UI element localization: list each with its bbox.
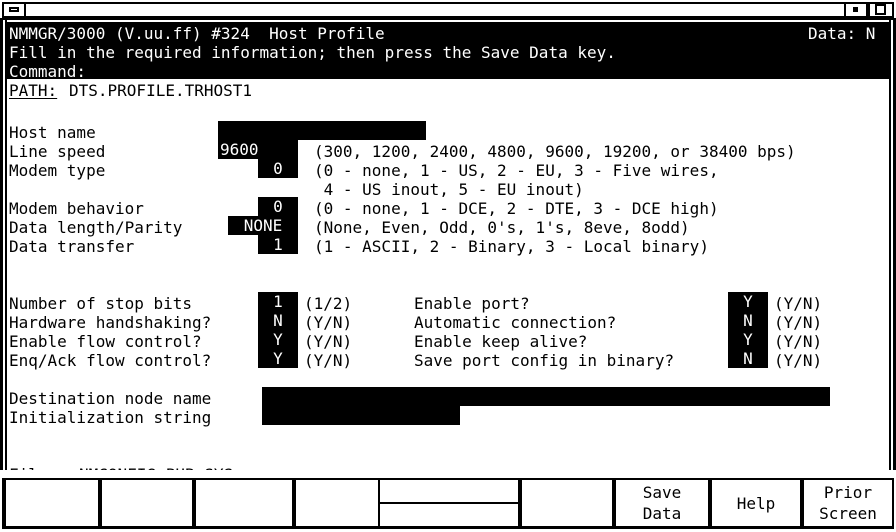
terminal-inner-border-right bbox=[889, 20, 891, 470]
titlebar-frame bbox=[2, 2, 894, 18]
window-menu-button[interactable] bbox=[2, 2, 26, 18]
function-key-prior-screen-line1: Prior bbox=[823, 483, 873, 502]
function-key-f1[interactable] bbox=[4, 480, 100, 526]
input-save-port-config-in-binary[interactable]: N bbox=[728, 349, 768, 368]
terminal-emulator-window: NMMGR/3000 (V.uu.ff) #324 Host Profile D… bbox=[0, 0, 896, 532]
data-status-badge: Data: N bbox=[808, 24, 876, 43]
function-key-f3[interactable] bbox=[194, 480, 294, 526]
hint-hardware-handshaking: (Y/N) bbox=[304, 313, 353, 332]
hint-enable-flow-control: (Y/N) bbox=[304, 332, 353, 351]
function-key-save-data-line2: Data bbox=[642, 504, 682, 523]
window-minimize-button[interactable] bbox=[844, 2, 868, 18]
label-destination-node-name: Destination node name bbox=[9, 389, 212, 408]
label-save-port-config-in-binary: Save port config in binary? bbox=[414, 351, 675, 370]
hint-enable-keep-alive: (Y/N) bbox=[774, 332, 823, 351]
label-data-transfer: Data transfer bbox=[9, 237, 135, 256]
input-modem-type[interactable]: 0 bbox=[258, 159, 298, 178]
hint-enq-ack-flow-control: (Y/N) bbox=[304, 351, 353, 370]
instruction-text: Fill in the required information; then p… bbox=[9, 43, 616, 62]
label-enable-flow-control: Enable flow control? bbox=[9, 332, 202, 351]
input-enable-flow-control[interactable]: Y bbox=[258, 330, 298, 349]
path-label: PATH: bbox=[9, 81, 58, 100]
help-data-transfer: (1 - ASCII, 2 - Binary, 3 - Local binary… bbox=[314, 237, 709, 256]
hint-automatic-connection: (Y/N) bbox=[774, 313, 823, 332]
input-data-transfer[interactable]: 1 bbox=[258, 235, 298, 254]
function-key-save-data[interactable]: Save Data bbox=[614, 480, 710, 526]
function-key-f4[interactable] bbox=[294, 480, 386, 526]
function-key-bar-bottom-rule bbox=[4, 526, 892, 529]
help-modem-type: (0 - none, 1 - US, 2 - EU, 3 - Five wire… bbox=[314, 161, 719, 180]
help-modem-behavior: (0 - none, 1 - DCE, 2 - DTE, 3 - DCE hig… bbox=[314, 199, 719, 218]
help-data-length-parity: (None, Even, Odd, 0's, 1's, 8eve, 8odd) bbox=[314, 218, 690, 237]
function-key-bar: Save Data Help Prior Screen bbox=[0, 470, 896, 532]
label-modem-type: Modem type bbox=[9, 161, 106, 180]
restore-icon bbox=[853, 7, 858, 12]
window-titlebar bbox=[0, 0, 896, 20]
hint-save-port-config-in-binary: (Y/N) bbox=[774, 351, 823, 370]
label-line-speed: Line speed bbox=[9, 142, 106, 161]
input-enq-ack-flow-control[interactable]: Y bbox=[258, 349, 298, 368]
input-data-length-parity[interactable]: NONE bbox=[228, 216, 298, 235]
function-key-f5-divider bbox=[380, 502, 518, 504]
input-enable-keep-alive[interactable]: Y bbox=[728, 330, 768, 349]
window-maximize-button[interactable] bbox=[868, 2, 894, 18]
function-key-f2[interactable] bbox=[100, 480, 194, 526]
minimize-icon bbox=[9, 7, 19, 12]
input-automatic-connection[interactable]: N bbox=[728, 311, 768, 330]
input-line-speed[interactable]: 9600 bbox=[218, 140, 298, 159]
terminal-inner-border-left bbox=[5, 20, 7, 470]
label-modem-behavior: Modem behavior bbox=[9, 199, 144, 218]
terminal-screen: NMMGR/3000 (V.uu.ff) #324 Host Profile D… bbox=[0, 20, 896, 484]
path-value: DTS.PROFILE.TRHOST1 bbox=[69, 81, 253, 100]
label-data-length-parity: Data length/Parity bbox=[9, 218, 183, 237]
label-hardware-handshaking: Hardware handshaking? bbox=[9, 313, 212, 332]
input-modem-behavior[interactable]: 0 bbox=[258, 197, 298, 216]
input-number-of-stop-bits[interactable]: 1 bbox=[258, 292, 298, 311]
function-key-save-data-line1: Save bbox=[642, 483, 682, 502]
input-enable-port[interactable]: Y bbox=[728, 292, 768, 311]
function-key-help[interactable]: Help bbox=[710, 480, 802, 526]
maximize-icon bbox=[875, 4, 886, 15]
app-title: NMMGR/3000 (V.uu.ff) #324 Host Profile bbox=[9, 24, 385, 43]
function-key-help-line1: Help bbox=[736, 493, 776, 513]
hint-number-of-stop-bits: (1/2) bbox=[304, 294, 353, 313]
hint-enable-port: (Y/N) bbox=[774, 294, 823, 313]
command-label: Command: bbox=[9, 62, 87, 81]
input-hardware-handshaking[interactable]: N bbox=[258, 311, 298, 330]
label-initialization-string: Initialization string bbox=[9, 408, 212, 427]
input-destination-node-name[interactable] bbox=[262, 387, 830, 406]
label-host-name: Host name bbox=[9, 123, 96, 142]
help-line-speed: (300, 1200, 2400, 4800, 9600, 19200, or … bbox=[314, 142, 796, 161]
function-key-prior-screen-line2: Screen bbox=[819, 504, 877, 523]
help-modem-type-continued: 4 - US inout, 5 - EU inout) bbox=[314, 180, 584, 199]
label-automatic-connection: Automatic connection? bbox=[414, 313, 617, 332]
label-enable-keep-alive: Enable keep alive? bbox=[414, 332, 588, 351]
input-host-name[interactable] bbox=[218, 121, 426, 140]
label-enq-ack-flow-control: Enq/Ack flow control? bbox=[9, 351, 212, 370]
function-key-f6[interactable] bbox=[520, 480, 614, 526]
label-number-of-stop-bits: Number of stop bits bbox=[9, 294, 193, 313]
label-enable-port: Enable port? bbox=[414, 294, 530, 313]
function-key-prior-screen[interactable]: Prior Screen bbox=[802, 480, 894, 526]
input-initialization-string[interactable] bbox=[262, 406, 460, 425]
